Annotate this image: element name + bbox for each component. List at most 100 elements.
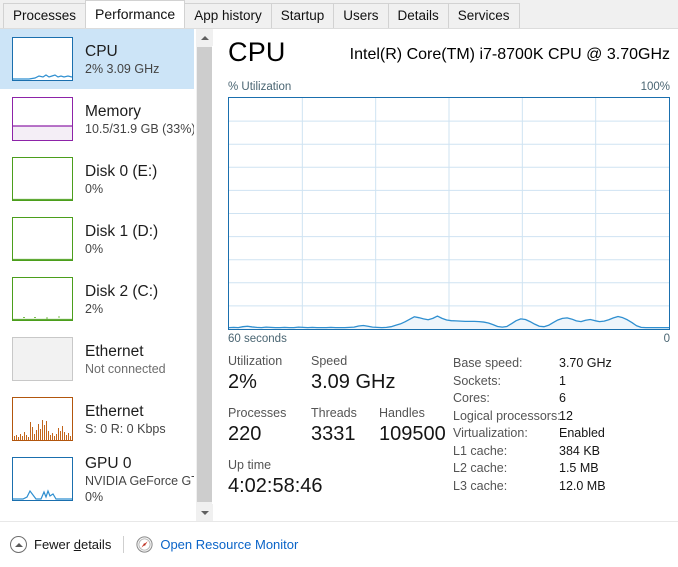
fewer-details-button[interactable]: Fewer details xyxy=(10,533,111,557)
sidebar-item-gpu-0-sub2: 0% xyxy=(85,489,104,504)
stat-utilization: Utilization 2% xyxy=(228,353,282,395)
tab-services[interactable]: Services xyxy=(447,3,520,28)
cpu-utilization-graph[interactable] xyxy=(228,97,670,330)
stat-sockets-value: 1 xyxy=(559,373,566,388)
gpu-0-thumbnail-graph xyxy=(12,457,73,501)
cpu-utilization-chart-svg xyxy=(229,98,669,329)
sidebar-item-cpu-sub: 2% 3.09 GHz xyxy=(85,61,160,76)
sidebar-item-memory-title: Memory xyxy=(85,102,141,120)
stat-speed-label: Speed xyxy=(311,354,348,368)
tab-processes[interactable]: Processes xyxy=(3,3,87,28)
tab-startup[interactable]: Startup xyxy=(270,3,335,28)
stat-row-l1-cache: L1 cache: 384 KB xyxy=(453,443,678,461)
sidebar-item-memory[interactable]: Memory 10.5/31.9 GB (33%) xyxy=(0,89,194,149)
sidebar-item-ethernet-disconnected-sub: Not connected xyxy=(85,361,166,376)
cpu-detail-pane: CPU Intel(R) Core(TM) i7-8700K CPU @ 3.7… xyxy=(213,29,678,521)
stat-l3-cache-key: L3 cache: xyxy=(453,478,508,493)
stat-handles-value: 109500 xyxy=(379,423,446,445)
scroll-down-button[interactable] xyxy=(196,504,213,521)
cpu-model-label: Intel(R) Core(TM) i7-8700K CPU @ 3.70GHz xyxy=(349,46,670,63)
stat-row-cores: Cores: 6 xyxy=(453,390,678,408)
graph-y-axis-label: % Utilization xyxy=(228,81,292,93)
fewer-details-label: Fewer details xyxy=(34,537,112,552)
stat-virtualization-key: Virtualization: xyxy=(453,426,528,440)
sidebar-item-disk-2-title: Disk 2 (C:) xyxy=(85,282,159,300)
tab-app-history[interactable]: App history xyxy=(184,3,272,28)
stat-virtualization-value: Enabled xyxy=(559,426,605,440)
sidebar-item-disk-0-title: Disk 0 (E:) xyxy=(85,162,158,180)
memory-thumbnail-graph xyxy=(12,97,73,141)
tab-strip: Processes Performance App history Startu… xyxy=(0,0,678,29)
chevron-up-icon xyxy=(200,35,209,40)
stat-cores-key: Cores: xyxy=(453,391,490,405)
stat-threads-value: 3331 xyxy=(311,423,356,445)
sidebar-item-disk-2[interactable]: Disk 2 (C:) 2% xyxy=(0,269,194,329)
sidebar-item-gpu-0[interactable]: GPU 0 NVIDIA GeForce GTX 0% xyxy=(0,449,194,509)
sidebar-item-ethernet-disconnected[interactable]: Ethernet Not connected xyxy=(0,329,194,389)
stat-processes: Processes 220 xyxy=(228,405,286,447)
stat-l1-cache-value: 384 KB xyxy=(559,443,601,458)
stat-row-sockets: Sockets: 1 xyxy=(453,373,678,391)
disk-2-thumbnail-graph xyxy=(12,277,73,321)
sidebar-item-ethernet[interactable]: Ethernet S: 0 R: 0 Kbps xyxy=(0,389,194,449)
tab-details[interactable]: Details xyxy=(387,3,449,28)
sidebar-item-disk-1[interactable]: Disk 1 (D:) 0% xyxy=(0,209,194,269)
task-manager-window: Processes Performance App history Startu… xyxy=(0,0,678,567)
sidebar-scrollbar[interactable] xyxy=(195,29,213,521)
sidebar-item-memory-text: Memory 10.5/31.9 GB (33%) xyxy=(85,102,194,137)
sidebar-item-ethernet-disconnected-text: Ethernet Not connected xyxy=(85,342,166,377)
cpu-stats-right: Base speed: 3.70 GHz Sockets: 1 Cores: 6… xyxy=(453,355,678,495)
sidebar-item-disk-0[interactable]: Disk 0 (E:) 0% xyxy=(0,149,194,209)
cpu-thumbnail-graph xyxy=(12,37,73,81)
sidebar-item-disk-1-text: Disk 1 (D:) 0% xyxy=(85,222,158,257)
status-bar: Fewer details Open Resource Monitor xyxy=(0,521,678,567)
ethernet-thumbnail-graph xyxy=(12,397,73,441)
performance-page: CPU 2% 3.09 GHz Memory 10.5/31.9 GB (33%… xyxy=(0,29,678,521)
resource-monitor-icon xyxy=(136,536,153,553)
stat-uptime: Up time 4:02:58:46 xyxy=(228,457,323,499)
stat-threads: Threads 3331 xyxy=(311,405,357,447)
stat-processes-label: Processes xyxy=(228,406,287,420)
sidebar-item-disk-1-title: Disk 1 (D:) xyxy=(85,222,159,240)
sidebar-item-ethernet-text: Ethernet S: 0 R: 0 Kbps xyxy=(85,402,166,437)
sidebar-item-gpu-0-text: GPU 0 NVIDIA GeForce GTX 0% xyxy=(85,454,194,505)
sidebar-item-disk-0-sub: 0% xyxy=(85,181,104,196)
page-title: CPU xyxy=(228,37,286,67)
stat-cores-value: 6 xyxy=(559,391,566,405)
stat-speed-value: 3.09 GHz xyxy=(311,371,396,393)
graph-x-axis-left-label: 60 seconds xyxy=(228,333,287,345)
sidebar-item-disk-0-text: Disk 0 (E:) 0% xyxy=(85,162,157,197)
graph-x-axis-right-label: 0 xyxy=(663,333,670,345)
tab-performance[interactable]: Performance xyxy=(85,0,186,28)
stat-l2-cache-key: L2 cache: xyxy=(453,461,508,475)
stat-handles: Handles 109500 xyxy=(379,405,446,447)
sidebar-item-ethernet-title: Ethernet xyxy=(85,402,144,420)
disk-1-thumbnail-graph xyxy=(12,217,73,261)
resource-sidebar: CPU 2% 3.09 GHz Memory 10.5/31.9 GB (33%… xyxy=(0,29,195,521)
disk-0-thumbnail-graph xyxy=(12,157,73,201)
chevron-down-icon xyxy=(200,510,209,515)
open-resource-monitor-link[interactable]: Open Resource Monitor xyxy=(136,536,298,553)
sidebar-item-disk-1-sub: 0% xyxy=(85,241,104,256)
sidebar-item-cpu-title: CPU xyxy=(85,42,118,60)
cpu-stats: Utilization 2% Speed 3.09 GHz Processes … xyxy=(228,353,678,503)
stat-row-logical-processors: Logical processors: 12 xyxy=(453,408,678,426)
scrollbar-thumb[interactable] xyxy=(197,47,212,502)
stat-uptime-value: 4:02:58:46 xyxy=(228,475,323,497)
graph-y-axis-max: 100% xyxy=(640,81,670,93)
stat-sockets-key: Sockets: xyxy=(453,373,501,388)
stat-row-base-speed: Base speed: 3.70 GHz xyxy=(453,355,678,373)
stat-uptime-label: Up time xyxy=(228,458,272,472)
stat-threads-label: Threads xyxy=(311,406,357,420)
sidebar-item-memory-sub: 10.5/31.9 GB (33%) xyxy=(85,121,194,136)
cpu-header: CPU Intel(R) Core(TM) i7-8700K CPU @ 3.7… xyxy=(228,35,670,77)
sidebar-item-ethernet-sub: S: 0 R: 0 Kbps xyxy=(85,421,166,436)
stat-row-l2-cache: L2 cache: 1.5 MB xyxy=(453,460,678,478)
stat-logical-processors-value: 12 xyxy=(559,408,573,423)
sidebar-item-ethernet-disconnected-title: Ethernet xyxy=(85,342,144,360)
scroll-up-button[interactable] xyxy=(196,29,213,46)
tab-users[interactable]: Users xyxy=(333,3,389,28)
sidebar-item-cpu[interactable]: CPU 2% 3.09 GHz xyxy=(0,29,194,89)
stat-utilization-label: Utilization xyxy=(228,354,283,368)
sidebar-item-gpu-0-title: GPU 0 xyxy=(85,454,132,472)
